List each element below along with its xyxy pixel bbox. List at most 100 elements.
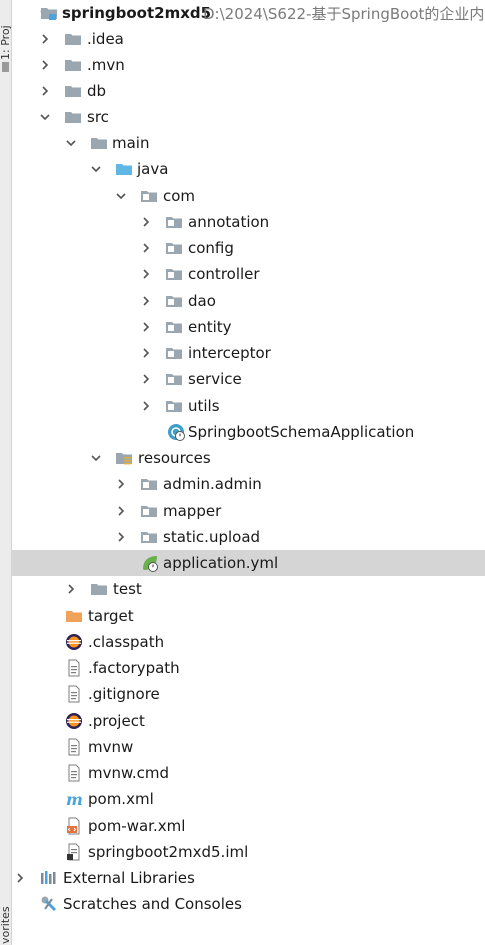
package-icon [165,213,183,231]
tree-item-label: admin.admin [163,475,262,493]
tree-row-com[interactable]: com [12,183,485,209]
chevron-right-icon[interactable] [40,86,50,96]
package-icon [165,370,183,388]
tree-item-label: .idea [87,30,124,48]
tree-row-factorypath[interactable]: .factorypath [12,655,485,681]
chevron-down-icon[interactable] [91,453,101,463]
spring-config-icon [141,554,159,572]
tree-row-dao[interactable]: dao [12,288,485,314]
package-icon [165,239,183,257]
project-path: D:\2024\S622-基于SpringBoot的企业内部 [203,4,485,23]
chevron-right-icon[interactable] [141,348,151,358]
chevron-down-icon[interactable] [91,164,101,174]
tree-item-label: db [87,82,107,100]
eclipse-icon [65,712,83,730]
tree-row-external-libraries[interactable]: External Libraries [12,865,485,891]
tree-item-label: .classpath [88,633,165,651]
tree-item-label: test [113,580,142,598]
tree-item-label: .gitignore [88,685,160,703]
package-icon [140,475,158,493]
tree-row-utils[interactable]: utils [12,393,485,419]
package-icon [140,187,158,205]
tree-row-java[interactable]: java [12,156,485,182]
chevron-right-icon[interactable] [116,532,126,542]
tree-row-interceptor[interactable]: interceptor [12,340,485,366]
tree-row-gitignore[interactable]: .gitignore [12,681,485,707]
tree-item-label: main [112,134,150,152]
tree-row-entity[interactable]: entity [12,314,485,340]
text-file-icon [65,685,83,703]
chevron-right-icon[interactable] [116,479,126,489]
tree-row-scratches[interactable]: Scratches and Consoles [12,891,485,917]
favorites-tool-window-tab[interactable]: vorites [0,898,11,944]
tree-row-controller[interactable]: controller [12,261,485,287]
tree-row-admin-admin[interactable]: admin.admin [12,471,485,497]
tree-item-label: .mvn [87,56,125,74]
tree-row-iml[interactable]: springboot2mxd5.iml [12,839,485,865]
tree-row-pom-xml[interactable]: pom.xml [12,786,485,812]
chevron-down-icon[interactable] [116,191,126,201]
tree-row-application-yml[interactable]: application.yml [12,550,485,576]
tree-item-label: entity [188,318,232,336]
project-folder-icon [40,4,58,22]
tree-row-project-root[interactable]: springboot2mxd5 D:\2024\S622-基于SpringBoo… [12,0,485,26]
chevron-right-icon[interactable] [141,374,151,384]
tree-row-pom-war-xml[interactable]: pom-war.xml [12,813,485,839]
chevron-right-icon[interactable] [141,322,151,332]
chevron-right-icon[interactable] [15,873,25,883]
project-tool-window-tab[interactable]: 1: Proj [0,4,11,60]
chevron-right-icon[interactable] [40,34,50,44]
tree-row-service[interactable]: service [12,366,485,392]
tree-item-label: mapper [163,502,222,520]
tree-item-label: config [188,239,234,257]
chevron-right-icon[interactable] [141,243,151,253]
tree-item-label: pom-war.xml [88,817,186,835]
package-icon [140,502,158,520]
text-file-icon [65,659,83,677]
tree-row-idea[interactable]: .idea [12,26,485,52]
tree-row-test[interactable]: test [12,576,485,602]
eclipse-icon [65,633,83,651]
tree-row-static-upload[interactable]: static.upload [12,524,485,550]
tree-row-classpath[interactable]: .classpath [12,629,485,655]
chevron-down-icon[interactable] [40,112,50,122]
tree-row-mvnw[interactable]: mvnw [12,734,485,760]
module-file-icon [65,843,83,861]
folder-icon [90,134,108,152]
tree-item-label: service [188,370,242,388]
tree-item-label: controller [188,265,260,283]
excluded-folder-icon [65,607,83,625]
tree-row-main[interactable]: main [12,130,485,156]
tree-item-label: src [87,108,109,126]
tree-row-target[interactable]: target [12,603,485,629]
chevron-right-icon[interactable] [40,60,50,70]
folder-icon [64,108,82,126]
tree-row-mvn[interactable]: .mvn [12,52,485,78]
tree-item-label: dao [188,292,216,310]
tree-item-label: java [137,160,169,178]
folder-icon [64,56,82,74]
tree-item-label: annotation [188,213,270,231]
tree-item-label: static.upload [163,528,261,546]
tree-row-db[interactable]: db [12,78,485,104]
chevron-right-icon[interactable] [116,506,126,516]
chevron-right-icon[interactable] [141,401,151,411]
tree-row-application-class[interactable]: SpringbootSchemaApplication [12,419,485,445]
package-icon [165,292,183,310]
tree-row-mapper[interactable]: mapper [12,498,485,524]
tree-row-src[interactable]: src [12,104,485,130]
tree-row-config[interactable]: config [12,235,485,261]
chevron-right-icon[interactable] [141,269,151,279]
tree-row-mvnw-cmd[interactable]: mvnw.cmd [12,760,485,786]
chevron-down-icon[interactable] [66,138,76,148]
tree-item-label: utils [188,397,220,415]
tree-row-project-file[interactable]: .project [12,708,485,734]
chevron-right-icon[interactable] [141,217,151,227]
package-icon [165,265,183,283]
chevron-right-icon[interactable] [141,296,151,306]
left-tool-strip: 1: Proj vorites [0,0,12,945]
package-icon [165,344,183,362]
tree-row-annotation[interactable]: annotation [12,209,485,235]
tree-row-resources[interactable]: resources [12,445,485,471]
chevron-right-icon[interactable] [66,584,76,594]
